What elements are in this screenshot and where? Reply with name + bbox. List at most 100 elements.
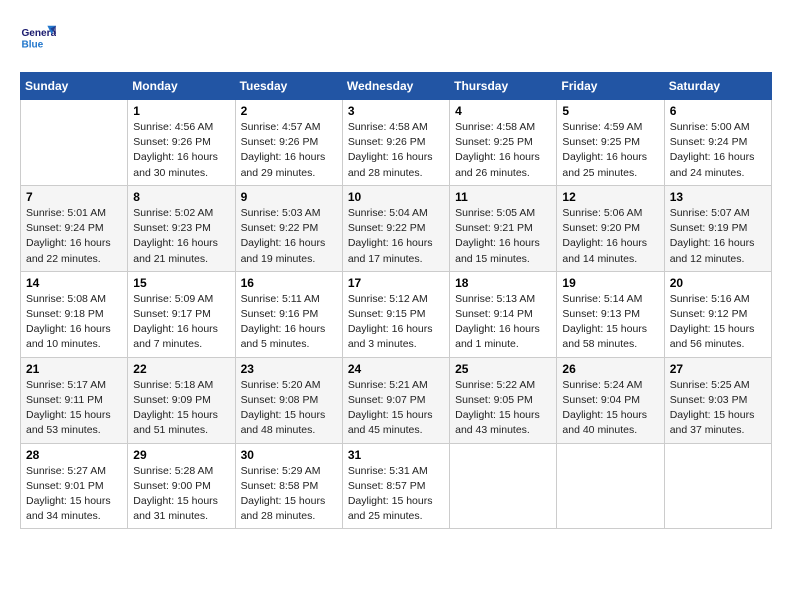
- calendar-cell: 19Sunrise: 5:14 AMSunset: 9:13 PMDayligh…: [557, 271, 664, 357]
- day-number: 14: [26, 276, 122, 290]
- svg-text:Blue: Blue: [21, 39, 43, 50]
- calendar-cell: [21, 100, 128, 186]
- day-header-friday: Friday: [557, 73, 664, 100]
- calendar-cell: 21 Sunrise: 5:17 AMSunset: 9:11 PMDayligh…: [21, 357, 128, 443]
- day-number: 8: [133, 190, 229, 204]
- cell-info: Sunrise: 5:16 AMSunset: 9:12 PMDaylight:…: [670, 292, 766, 353]
- day-number: 16: [241, 276, 337, 290]
- day-number: 10: [348, 190, 444, 204]
- cell-info: Sunrise: 5:12 AMSunset: 9:15 PMDaylight:…: [348, 292, 444, 353]
- day-header-sunday: Sunday: [21, 73, 128, 100]
- day-header-monday: Monday: [128, 73, 235, 100]
- cell-info: Sunrise: 5:03 AMSunset: 9:22 PMDaylight:…: [241, 206, 337, 267]
- calendar-cell: 4 Sunrise: 4:58 AMSunset: 9:25 PMDaylight…: [450, 100, 557, 186]
- calendar-cell: [450, 443, 557, 529]
- day-number: 27: [670, 362, 766, 376]
- day-number: 22: [133, 362, 229, 376]
- logo-icon: General Blue: [20, 20, 56, 56]
- cell-info: Sunrise: 5:09 AMSunset: 9:17 PMDaylight:…: [133, 292, 229, 353]
- cell-info: Sunrise: 5:31 AMSunset: 8:57 PMDaylight:…: [348, 464, 444, 525]
- cell-info: Sunrise: 5:13 AMSunset: 9:14 PMDaylight:…: [455, 292, 551, 353]
- day-number: 2: [241, 104, 337, 118]
- calendar-cell: 24 Sunrise: 5:21 AMSunset: 9:07 PMDayligh…: [342, 357, 449, 443]
- cell-info: Sunrise: 5:14 AMSunset: 9:13 PMDaylight:…: [562, 292, 658, 353]
- cell-info: Sunrise: 4:57 AMSunset: 9:26 PMDaylight:…: [241, 120, 337, 181]
- cell-info: Sunrise: 5:07 AMSunset: 9:19 PMDaylight:…: [670, 206, 766, 267]
- day-number: 20: [670, 276, 766, 290]
- cell-info: Sunrise: 5:22 AMSunset: 9:05 PMDaylight:…: [455, 378, 551, 439]
- cell-info: Sunrise: 5:21 AMSunset: 9:07 PMDaylight:…: [348, 378, 444, 439]
- calendar-cell: 27Sunrise: 5:25 AMSunset: 9:03 PMDayligh…: [664, 357, 771, 443]
- cell-info: Sunrise: 5:08 AMSunset: 9:18 PMDaylight:…: [26, 292, 122, 353]
- calendar-cell: 8 Sunrise: 5:02 AMSunset: 9:23 PMDaylight…: [128, 185, 235, 271]
- cell-info: Sunrise: 5:28 AMSunset: 9:00 PMDaylight:…: [133, 464, 229, 525]
- calendar-cell: 14 Sunrise: 5:08 AMSunset: 9:18 PMDayligh…: [21, 271, 128, 357]
- logo: General Blue: [20, 20, 56, 56]
- cell-info: Sunrise: 5:29 AMSunset: 8:58 PMDaylight:…: [241, 464, 337, 525]
- calendar-table: SundayMondayTuesdayWednesdayThursdayFrid…: [20, 72, 772, 529]
- day-header-thursday: Thursday: [450, 73, 557, 100]
- cell-info: Sunrise: 4:58 AMSunset: 9:25 PMDaylight:…: [455, 120, 551, 181]
- calendar-cell: 31 Sunrise: 5:31 AMSunset: 8:57 PMDayligh…: [342, 443, 449, 529]
- cell-info: Sunrise: 5:01 AMSunset: 9:24 PMDaylight:…: [26, 206, 122, 267]
- day-number: 29: [133, 448, 229, 462]
- calendar-cell: 7Sunrise: 5:01 AMSunset: 9:24 PMDaylight…: [21, 185, 128, 271]
- calendar-cell: 12Sunrise: 5:06 AMSunset: 9:20 PMDayligh…: [557, 185, 664, 271]
- day-header-saturday: Saturday: [664, 73, 771, 100]
- calendar-cell: 23 Sunrise: 5:20 AMSunset: 9:08 PMDayligh…: [235, 357, 342, 443]
- calendar-cell: 11Sunrise: 5:05 AMSunset: 9:21 PMDayligh…: [450, 185, 557, 271]
- cell-info: Sunrise: 5:27 AMSunset: 9:01 PMDaylight:…: [26, 464, 122, 525]
- day-number: 30: [241, 448, 337, 462]
- calendar-cell: 1 Sunrise: 4:56 AMSunset: 9:26 PMDaylight…: [128, 100, 235, 186]
- cell-info: Sunrise: 5:00 AMSunset: 9:24 PMDaylight:…: [670, 120, 766, 181]
- cell-info: Sunrise: 5:06 AMSunset: 9:20 PMDaylight:…: [562, 206, 658, 267]
- calendar-cell: 25 Sunrise: 5:22 AMSunset: 9:05 PMDayligh…: [450, 357, 557, 443]
- day-number: 26: [562, 362, 658, 376]
- day-number: 24: [348, 362, 444, 376]
- day-number: 3: [348, 104, 444, 118]
- day-number: 31: [348, 448, 444, 462]
- day-number: 5: [562, 104, 658, 118]
- calendar-week-2: 7Sunrise: 5:01 AMSunset: 9:24 PMDaylight…: [21, 185, 772, 271]
- day-number: 11: [455, 190, 551, 204]
- cell-info: Sunrise: 5:11 AMSunset: 9:16 PMDaylight:…: [241, 292, 337, 353]
- day-number: 13: [670, 190, 766, 204]
- calendar-cell: 3Sunrise: 4:58 AMSunset: 9:26 PMDaylight…: [342, 100, 449, 186]
- day-number: 15: [133, 276, 229, 290]
- calendar-cell: 29 Sunrise: 5:28 AMSunset: 9:00 PMDayligh…: [128, 443, 235, 529]
- calendar-week-1: 1 Sunrise: 4:56 AMSunset: 9:26 PMDaylight…: [21, 100, 772, 186]
- calendar-week-3: 14 Sunrise: 5:08 AMSunset: 9:18 PMDayligh…: [21, 271, 772, 357]
- day-number: 4: [455, 104, 551, 118]
- calendar-cell: 10 Sunrise: 5:04 AMSunset: 9:22 PMDayligh…: [342, 185, 449, 271]
- calendar-cell: 30 Sunrise: 5:29 AMSunset: 8:58 PMDayligh…: [235, 443, 342, 529]
- cell-info: Sunrise: 5:24 AMSunset: 9:04 PMDaylight:…: [562, 378, 658, 439]
- day-number: 25: [455, 362, 551, 376]
- day-number: 28: [26, 448, 122, 462]
- cell-info: Sunrise: 5:02 AMSunset: 9:23 PMDaylight:…: [133, 206, 229, 267]
- cell-info: Sunrise: 4:56 AMSunset: 9:26 PMDaylight:…: [133, 120, 229, 181]
- calendar-cell: 2 Sunrise: 4:57 AMSunset: 9:26 PMDaylight…: [235, 100, 342, 186]
- day-number: 17: [348, 276, 444, 290]
- day-number: 18: [455, 276, 551, 290]
- day-number: 9: [241, 190, 337, 204]
- cell-info: Sunrise: 5:04 AMSunset: 9:22 PMDaylight:…: [348, 206, 444, 267]
- cell-info: Sunrise: 5:18 AMSunset: 9:09 PMDaylight:…: [133, 378, 229, 439]
- cell-info: Sunrise: 5:20 AMSunset: 9:08 PMDaylight:…: [241, 378, 337, 439]
- calendar-cell: 9 Sunrise: 5:03 AMSunset: 9:22 PMDaylight…: [235, 185, 342, 271]
- day-number: 1: [133, 104, 229, 118]
- calendar-cell: 18 Sunrise: 5:13 AMSunset: 9:14 PMDayligh…: [450, 271, 557, 357]
- calendar-week-4: 21 Sunrise: 5:17 AMSunset: 9:11 PMDayligh…: [21, 357, 772, 443]
- day-header-wednesday: Wednesday: [342, 73, 449, 100]
- calendar-header-row: SundayMondayTuesdayWednesdayThursdayFrid…: [21, 73, 772, 100]
- calendar-cell: [557, 443, 664, 529]
- cell-info: Sunrise: 4:59 AMSunset: 9:25 PMDaylight:…: [562, 120, 658, 181]
- day-header-tuesday: Tuesday: [235, 73, 342, 100]
- calendar-cell: 15 Sunrise: 5:09 AMSunset: 9:17 PMDayligh…: [128, 271, 235, 357]
- calendar-cell: [664, 443, 771, 529]
- day-number: 6: [670, 104, 766, 118]
- cell-info: Sunrise: 5:17 AMSunset: 9:11 PMDaylight:…: [26, 378, 122, 439]
- day-number: 23: [241, 362, 337, 376]
- day-number: 21: [26, 362, 122, 376]
- calendar-cell: 22 Sunrise: 5:18 AMSunset: 9:09 PMDayligh…: [128, 357, 235, 443]
- calendar-cell: 16 Sunrise: 5:11 AMSunset: 9:16 PMDayligh…: [235, 271, 342, 357]
